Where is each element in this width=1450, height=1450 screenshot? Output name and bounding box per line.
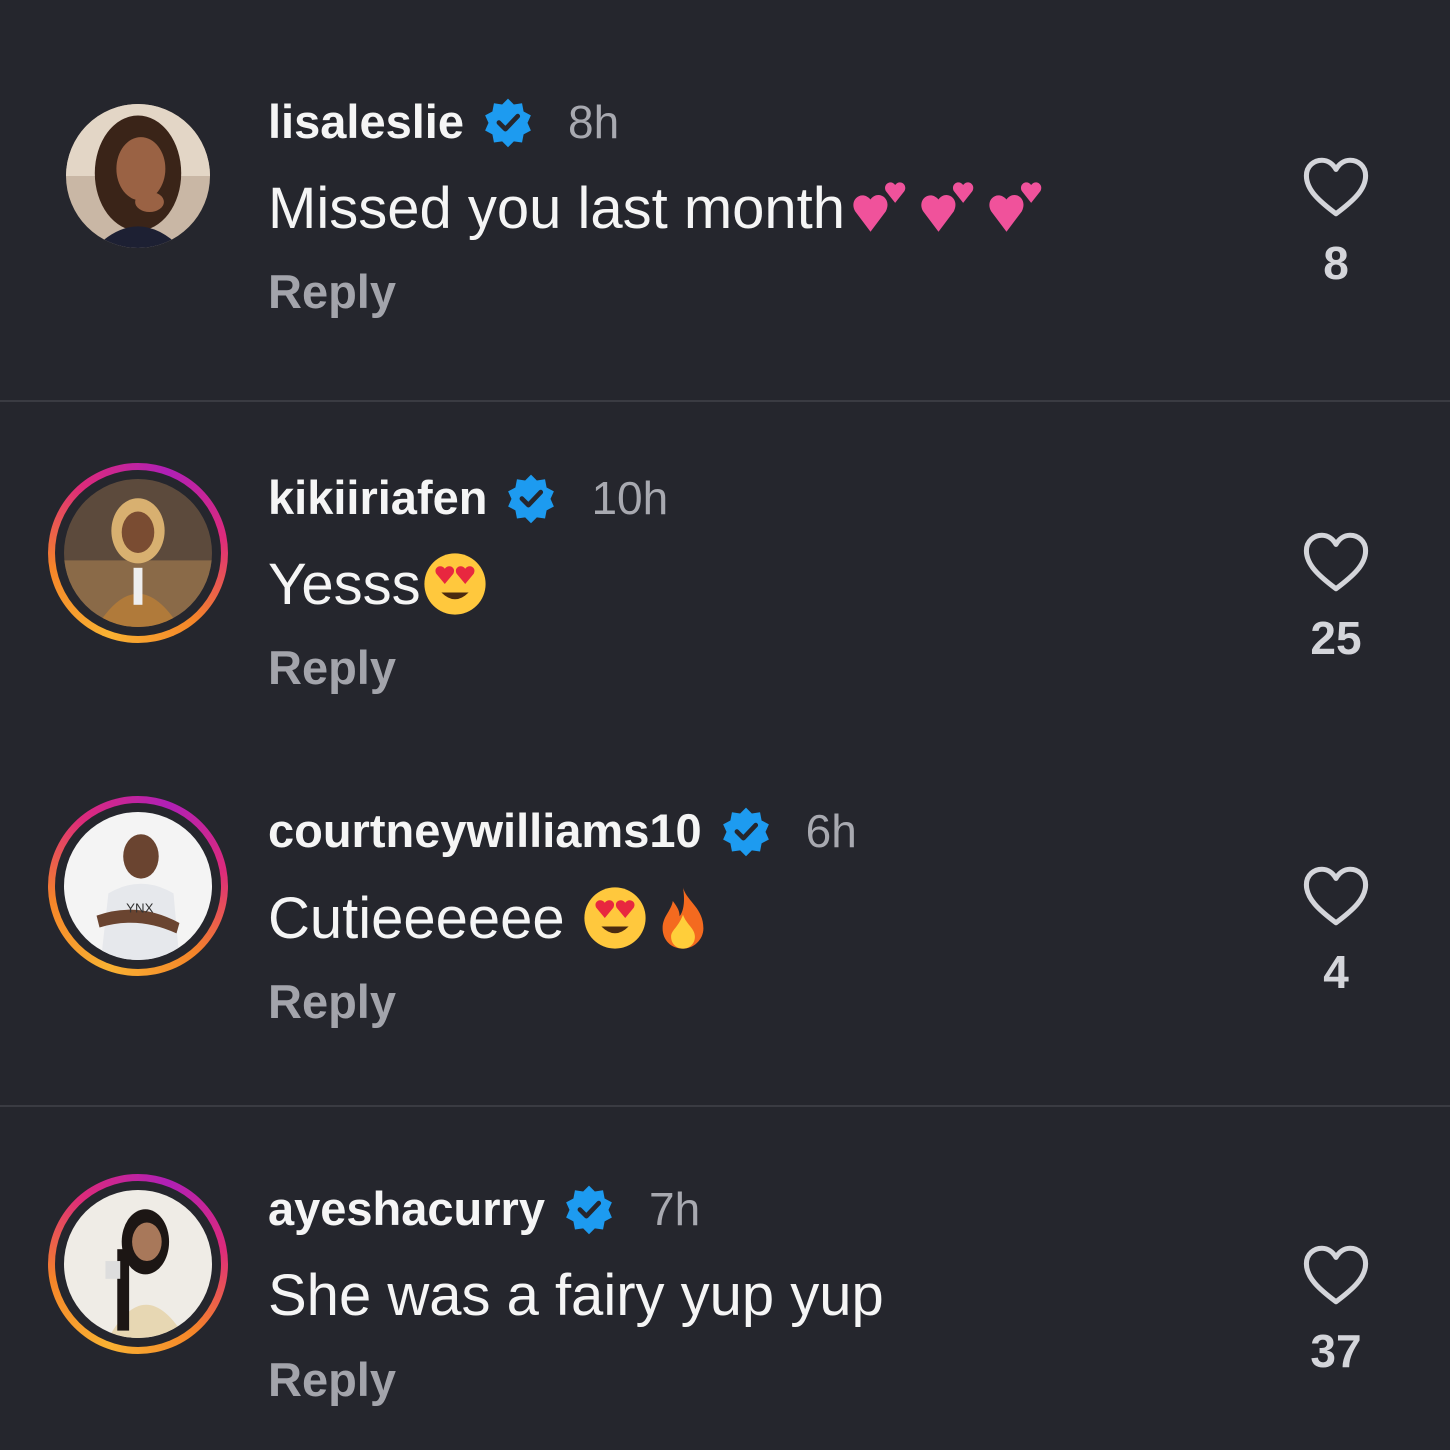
- reply-button[interactable]: Reply: [268, 640, 396, 695]
- heart-outline-icon[interactable]: [1302, 531, 1370, 593]
- two-hearts-icon: [981, 174, 1049, 242]
- avatar[interactable]: [48, 86, 228, 266]
- heart-eyes-icon: [421, 550, 489, 618]
- avatar[interactable]: YNX: [48, 796, 228, 976]
- two-hearts-icon: [845, 174, 913, 242]
- verified-badge-icon: [505, 472, 557, 524]
- comment-header: courtneywilliams10 6h: [268, 803, 857, 858]
- comment-header: lisaleslie 8h: [268, 94, 619, 149]
- comment-header: kikiiriafen 10h: [268, 470, 668, 525]
- avatar-photo: [66, 104, 210, 248]
- comment-text: Missed you last month: [268, 174, 1049, 242]
- heart-outline-icon[interactable]: [1302, 1244, 1370, 1306]
- comment-body: She was a fairy yup yup: [268, 1263, 884, 1328]
- reply-button[interactable]: Reply: [268, 264, 396, 319]
- heart-eyes-icon: [581, 884, 649, 952]
- verified-badge-icon: [720, 805, 772, 857]
- avatar[interactable]: [48, 463, 228, 643]
- timestamp: 7h: [648, 1182, 701, 1235]
- two-hearts-icon: [913, 174, 981, 242]
- comment-text: Cutieeeeee: [268, 884, 717, 952]
- username[interactable]: courtneywilliams10: [268, 803, 702, 858]
- fire-icon: [649, 884, 717, 952]
- comment-body: Missed you last month: [268, 175, 846, 241]
- comment-text: She was a fairy yup yup: [268, 1262, 884, 1329]
- avatar-photo: [64, 479, 212, 627]
- heart-outline-icon[interactable]: [1302, 865, 1370, 927]
- comment-body: Cutieeeeee: [268, 885, 581, 951]
- reply-button[interactable]: Reply: [268, 1352, 396, 1407]
- heart-outline-icon[interactable]: [1302, 156, 1370, 218]
- section-divider: [0, 1105, 1450, 1107]
- timestamp: 10h: [591, 471, 669, 524]
- comment-text: Yesss: [268, 550, 489, 618]
- timestamp: 6h: [805, 804, 857, 857]
- svg-text:YNX: YNX: [126, 901, 153, 916]
- comment-body: Yesss: [268, 551, 421, 617]
- comment-header: ayeshacurry 7h: [268, 1181, 700, 1236]
- username[interactable]: ayeshacurry: [268, 1181, 545, 1236]
- verified-badge-icon: [482, 96, 534, 148]
- username[interactable]: kikiiriafen: [268, 470, 487, 525]
- like-control: 8: [1300, 156, 1372, 290]
- like-count: 25: [1310, 612, 1362, 664]
- like-count: 37: [1310, 1325, 1362, 1377]
- reply-button[interactable]: Reply: [268, 974, 396, 1029]
- avatar-photo: YNX: [64, 812, 212, 960]
- verified-badge-icon: [563, 1183, 615, 1235]
- section-divider: [0, 400, 1450, 402]
- like-count: 4: [1323, 946, 1349, 998]
- like-control: 37: [1300, 1244, 1372, 1378]
- like-count: 8: [1323, 237, 1349, 289]
- username[interactable]: lisaleslie: [268, 94, 464, 149]
- avatar[interactable]: [48, 1174, 228, 1354]
- avatar-photo: [64, 1190, 212, 1338]
- timestamp: 8h: [568, 95, 620, 148]
- like-control: 4: [1300, 865, 1372, 999]
- like-control: 25: [1300, 531, 1372, 665]
